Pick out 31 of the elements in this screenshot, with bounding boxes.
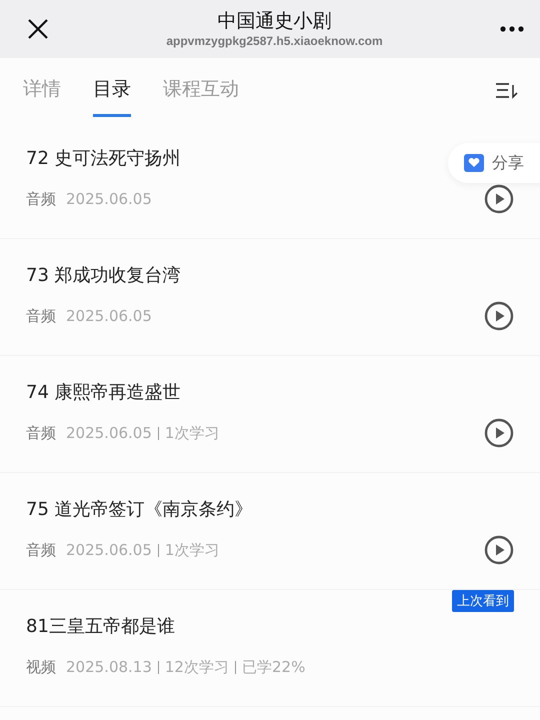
more-icon[interactable]: [500, 26, 524, 32]
lesson-title[interactable]: 72 史可法死守扬州: [26, 146, 181, 170]
lesson-detail: 2025.08.13: [66, 658, 152, 676]
lesson-type: 音频: [26, 306, 56, 326]
play-icon[interactable]: [484, 301, 514, 331]
lesson-detail: 2025.06.05: [66, 541, 152, 559]
lesson-type: 音频: [26, 424, 56, 442]
lesson-detail: 12次学习: [164, 658, 229, 676]
play-icon[interactable]: [484, 535, 514, 565]
play-icon[interactable]: [484, 418, 514, 448]
lesson-detail: 1次学习: [164, 424, 220, 442]
lesson-detail: 已学22%: [242, 658, 306, 676]
lesson-type: 音频: [26, 540, 56, 560]
lesson-title[interactable]: 75 道光帝签订《南京条约》: [26, 496, 253, 520]
lesson-detail: 2025.06.05: [66, 190, 152, 208]
lesson-type: 视频: [26, 658, 56, 676]
lesson-detail: 1次学习: [164, 540, 220, 560]
tab[interactable]: 目录: [93, 64, 131, 116]
close-icon[interactable]: [27, 18, 49, 40]
lesson-title[interactable]: 81三皇五帝都是谁: [26, 614, 175, 638]
lesson-title[interactable]: 73 郑成功收复台湾: [26, 262, 181, 286]
lesson-title[interactable]: 74 康熙帝再造盛世: [26, 380, 181, 404]
play-icon[interactable]: [484, 184, 514, 214]
share-button[interactable]: 分享: [448, 143, 540, 183]
last-watched-badge: 上次看到: [452, 590, 514, 612]
lesson-detail: 2025.06.05: [66, 307, 152, 325]
lesson-detail: 2025.06.05: [66, 424, 152, 442]
lesson-type: 音频: [26, 190, 56, 208]
sort-icon[interactable]: [494, 81, 518, 99]
page-title: 中国通史小剧: [218, 9, 332, 33]
page-url: appvmzygpkg2587.h5.xiaoeknow.com: [166, 33, 383, 49]
